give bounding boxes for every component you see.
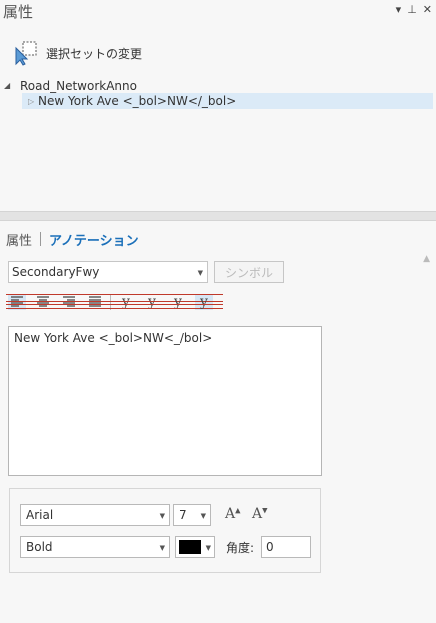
tree-item-layer[interactable]: ◢ Road_NetworkAnno xyxy=(4,78,434,93)
text-format-toolbar: y y y y xyxy=(6,293,223,311)
chevron-down-icon: ▼ xyxy=(159,512,165,520)
symbol-button[interactable]: シンボル xyxy=(214,261,284,283)
chevron-down-icon: ▼ xyxy=(200,512,206,520)
font-settings-group: Arial ▼ 7 ▼ A▲ A▼ Bold ▼ ▼ 角度: 0 xyxy=(9,488,321,573)
tree-item-feature[interactable]: ▷ New York Ave <_bol>NW</_bol> xyxy=(22,93,433,109)
change-selection-label: 選択セットの変更 xyxy=(46,46,143,61)
font-size-value: 7 xyxy=(179,508,187,522)
chevron-down-icon: ▼ xyxy=(159,544,165,552)
pane-menu-icon[interactable]: ▾ xyxy=(396,4,402,16)
pane-title: 属性 xyxy=(3,3,34,21)
angle-label: 角度: xyxy=(226,541,255,555)
chevron-down-icon: ▼ xyxy=(205,544,211,552)
pane-splitter[interactable] xyxy=(0,211,436,221)
annotation-class-value: SecondaryFwy xyxy=(12,265,100,279)
angle-input[interactable]: 0 xyxy=(261,536,311,558)
font-style-select[interactable]: Bold ▼ xyxy=(20,536,170,558)
collapse-triangle-icon[interactable]: ◢ xyxy=(4,81,14,90)
color-swatch xyxy=(179,540,201,554)
font-family-value: Arial xyxy=(26,508,54,522)
change-selection-button[interactable]: 選択セットの変更 xyxy=(14,39,142,67)
chevron-down-icon: ▼ xyxy=(197,269,203,277)
font-size-select[interactable]: 7 ▼ xyxy=(173,504,211,526)
tab-bar: 属性 アノテーション xyxy=(6,230,139,249)
scroll-up-icon[interactable]: ▲ xyxy=(423,254,430,264)
grow-font-icon[interactable]: A▲ xyxy=(225,506,241,522)
tree-feature-label: New York Ave <_bol>NW</_bol> xyxy=(38,94,237,108)
tab-divider xyxy=(40,232,42,246)
pin-icon[interactable]: ⊥ xyxy=(407,4,417,16)
annotation-class-select[interactable]: SecondaryFwy ▼ xyxy=(8,261,208,283)
font-style-value: Bold xyxy=(26,540,53,554)
font-family-select[interactable]: Arial ▼ xyxy=(20,504,170,526)
tab-attributes[interactable]: 属性 xyxy=(6,230,32,249)
pane-controls: ▾ ⊥ ✕ xyxy=(396,4,432,16)
expand-triangle-icon[interactable]: ▷ xyxy=(28,97,38,106)
annotation-text-input[interactable]: New York Ave <_bol>NW<_/bol> xyxy=(8,326,322,476)
tree-layer-label: Road_NetworkAnno xyxy=(20,78,137,93)
underline-y-icon[interactable]: y xyxy=(6,294,223,310)
pane-header: 属性 ▾ ⊥ ✕ xyxy=(0,0,436,22)
close-icon[interactable]: ✕ xyxy=(423,4,432,16)
shrink-font-icon[interactable]: A▼ xyxy=(252,506,268,522)
select-cursor-icon xyxy=(15,41,37,66)
font-color-picker[interactable]: ▼ xyxy=(175,536,215,558)
tab-annotation[interactable]: アノテーション xyxy=(49,230,139,249)
